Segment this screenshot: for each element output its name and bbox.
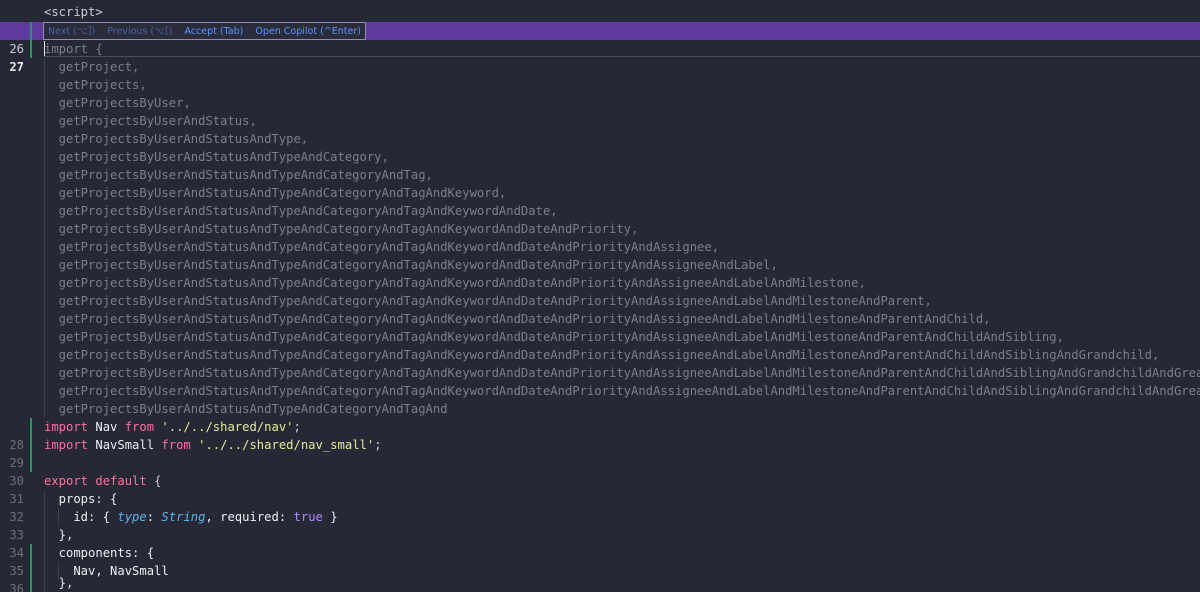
previous-suggestion-button[interactable]: Previous (⌥[) [107, 26, 172, 37]
keyword-from: from [124, 420, 155, 434]
code-line[interactable]: 33 id: { type: String, required: true } [0, 508, 1200, 542]
code-text: <script> [44, 5, 103, 19]
property-type: type [117, 510, 147, 524]
ghost-line: getProjectsByUser, [0, 94, 1200, 112]
ghost-text: getProjectsByUserAndStatusAndTypeAndCate… [44, 348, 1160, 362]
ghost-line: getProjectsByUserAndStatusAndTypeAndCate… [0, 274, 1200, 292]
code-text: } [322, 510, 338, 524]
git-change-marker [30, 418, 32, 436]
ghost-line: getProjectsByUserAndStatusAndTypeAndCate… [0, 346, 1200, 364]
code-line[interactable]: 25 <script> [0, 3, 1200, 37]
code-line[interactable]: 37 }, [0, 574, 1200, 592]
git-change-marker [30, 22, 32, 40]
boolean-literal: true [293, 510, 323, 524]
ghost-line: getProjectsByUserAndStatusAndTypeAndCate… [0, 400, 1200, 418]
ghost-text: getProjectsByUserAndStatusAndTypeAndCate… [44, 402, 448, 416]
current-line-border [44, 56, 1200, 57]
ghost-text: getProjectsByUserAndStatusAndTypeAndCate… [44, 258, 778, 272]
code-text: components: { [44, 546, 155, 560]
code-editor[interactable]: 25 <script> 26 Next (⌥]) Previous (⌥[) A… [0, 0, 1200, 592]
ghost-text: getProjectsByUserAndStatus, [44, 114, 257, 128]
ghost-text: getProjectsByUserAndStatusAndTypeAndCate… [44, 168, 433, 182]
ghost-line: getProjectsByUserAndStatusAndTypeAndCate… [0, 382, 1200, 400]
ghost-text: getProjectsByUserAndStatusAndTypeAndCate… [58, 384, 1200, 398]
code-text: id: { [44, 510, 118, 524]
code-line[interactable]: 30 [0, 454, 1200, 488]
ghost-line: getProjectsByUserAndStatus, [0, 112, 1200, 130]
ghost-text: getProjectsByUserAndStatusAndTypeAndCate… [44, 204, 558, 218]
identifier: NavSmall [88, 438, 162, 452]
ghost-line: getProjects, [0, 76, 1200, 94]
semicolon: ; [293, 420, 301, 434]
ghost-text: getProjectsByUserAndStatusAndTypeAndCate… [44, 276, 866, 290]
ghost-text: getProject, [44, 60, 140, 74]
next-suggestion-button[interactable]: Next (⌥]) [48, 26, 95, 37]
ghost-line: getProjectsByUserAndStatusAndTypeAndCate… [0, 220, 1200, 238]
ghost-text: getProjects, [44, 78, 147, 92]
keyword-from: from [161, 438, 191, 452]
brace: { [146, 474, 162, 488]
code-text: : [146, 510, 162, 524]
code-line[interactable]: 31 export default { [0, 472, 1200, 506]
code-text: }, [44, 576, 74, 590]
code-text: props: { [44, 492, 118, 506]
identifier: Nav [88, 420, 125, 434]
semicolon: ; [374, 438, 382, 452]
ghost-line: getProject, [0, 58, 1200, 76]
string-literal: '../../shared/nav' [154, 420, 294, 434]
ghost-line: getProjectsByUserAndStatusAndType, [0, 130, 1200, 148]
code-text: }, [44, 528, 74, 542]
keyword-import: import [44, 438, 89, 452]
git-change-marker [30, 40, 32, 58]
text-cursor [44, 41, 45, 56]
ghost-text: getProjectsByUserAndStatusAndTypeAndCate… [44, 330, 1064, 344]
code-line[interactable]: 29 import NavSmall from '../../shared/na… [0, 436, 1200, 470]
ghost-line: getProjectsByUserAndStatusAndTypeAndCate… [0, 292, 1200, 310]
string-literal: '../../shared/nav_small' [190, 438, 375, 452]
ghost-line: getProjectsByUserAndStatusAndTypeAndCate… [0, 202, 1200, 220]
ghost-text: getProjectsByUser, [44, 96, 191, 110]
copilot-hint-toolbar: Next (⌥]) Previous (⌥[) Accept (Tab) Ope… [43, 22, 366, 40]
code-line[interactable]: 35 components: { [0, 544, 1200, 578]
git-change-marker [30, 544, 32, 562]
ghost-text: getProjectsByUserAndStatusAndTypeAndCate… [44, 366, 1200, 380]
ghost-line: getProjectsByUserAndStatusAndTypeAndCate… [0, 148, 1200, 166]
code-line[interactable]: 34 }, [0, 526, 1200, 560]
ghost-line: getProjectsByUserAndStatusAndTypeAndCate… [0, 184, 1200, 202]
type-string: String [161, 510, 206, 524]
ghost-line: getProjectsByUserAndStatusAndTypeAndCate… [0, 166, 1200, 184]
ghost-text: getProjectsByUserAndStatusAndType, [44, 132, 309, 146]
ghost-text: getProjectsByUserAndStatusAndTypeAndCate… [44, 240, 720, 254]
keyword-default: default [95, 474, 147, 488]
ghost-line: getProjectsByUserAndStatusAndTypeAndCate… [0, 310, 1200, 328]
keyword-export: export [44, 474, 89, 488]
ghost-line: getProjectsByUserAndStatusAndTypeAndCate… [0, 238, 1200, 256]
ghost-line: getProjectsByUserAndStatusAndTypeAndCate… [0, 256, 1200, 274]
ghost-text: getProjectsByUserAndStatusAndTypeAndCate… [44, 222, 639, 236]
ghost-text: getProjectsByUserAndStatusAndTypeAndCate… [44, 312, 991, 326]
ghost-text: getProjectsByUserAndStatusAndTypeAndCate… [44, 186, 507, 200]
ghost-line: getProjectsByUserAndStatusAndTypeAndCate… [0, 364, 1200, 382]
open-copilot-button[interactable]: Open Copilot (^Enter) [255, 26, 361, 37]
ghost-line: getProjectsByUserAndStatusAndTypeAndCate… [0, 328, 1200, 346]
accept-suggestion-button[interactable]: Accept (Tab) [184, 26, 243, 37]
keyword-import: import [44, 420, 89, 434]
git-change-marker [30, 454, 32, 472]
ghost-text: getProjectsByUserAndStatusAndTypeAndCate… [44, 294, 932, 308]
code-text: , required: [205, 510, 294, 524]
ghost-text: getProjectsByUserAndStatusAndTypeAndCate… [44, 150, 389, 164]
git-change-marker [30, 574, 32, 592]
git-change-marker [30, 436, 32, 454]
code-line[interactable]: 28 import Nav from '../../shared/nav'; [0, 418, 1200, 452]
code-line[interactable]: 32 props: { [0, 490, 1200, 524]
